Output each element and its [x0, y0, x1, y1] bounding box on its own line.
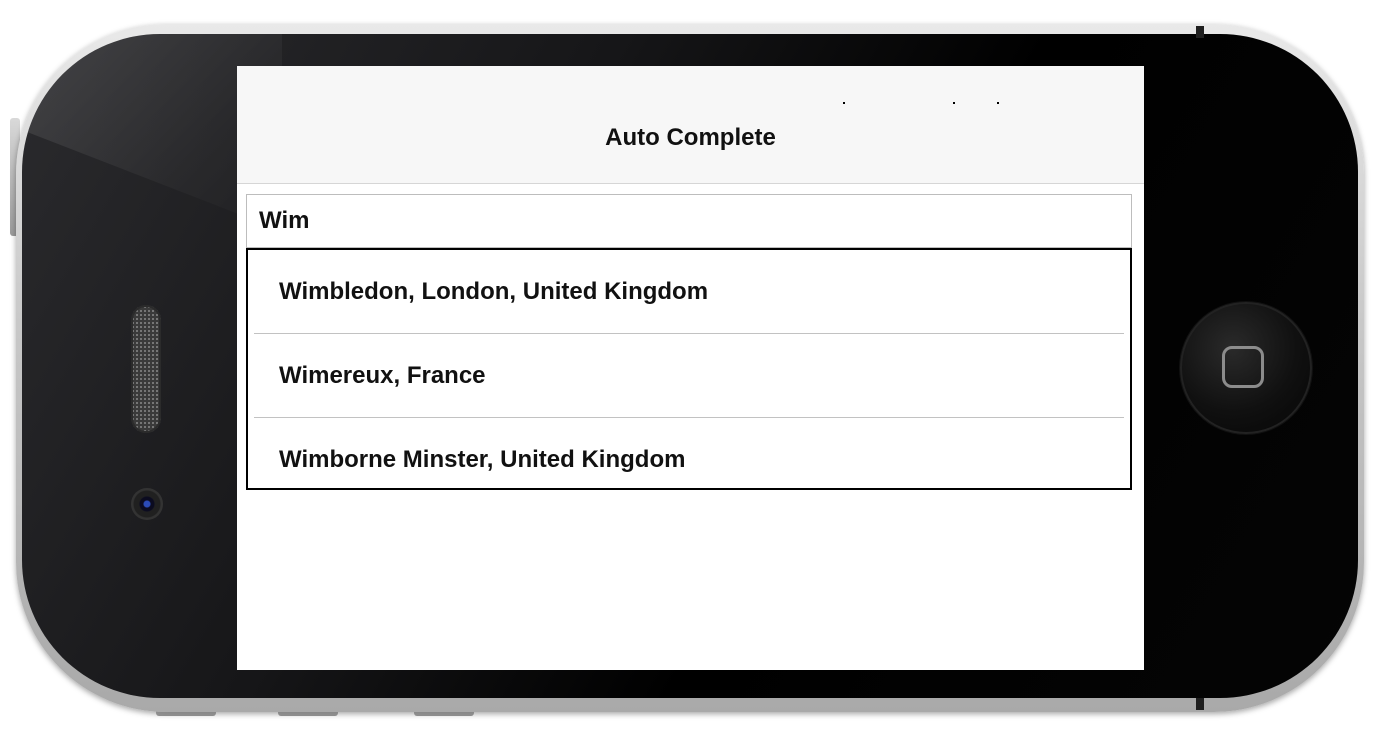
suggestion-label: Wimborne Minster, United Kingdom	[279, 446, 686, 473]
app-screen: Auto Complete Wimbledon, London, United …	[237, 66, 1144, 670]
home-square-icon	[1222, 346, 1264, 388]
status-indicator	[997, 102, 999, 104]
navigation-bar: Auto Complete	[237, 66, 1144, 184]
antenna-band	[1196, 698, 1204, 710]
home-button[interactable]	[1180, 302, 1312, 434]
status-indicator	[953, 102, 955, 104]
suggestion-label: Wimbledon, London, United Kingdom	[279, 278, 709, 305]
suggestion-item[interactable]: Wimereux, France	[254, 334, 1124, 418]
search-input[interactable]	[246, 194, 1132, 248]
page-title: Auto Complete	[605, 124, 776, 151]
speaker-grille-icon	[131, 305, 161, 433]
suggestion-item[interactable]: Wimborne Minster, United Kingdom	[254, 418, 1124, 488]
antenna-band	[1196, 26, 1204, 38]
suggestion-item[interactable]: Wimbledon, London, United Kingdom	[254, 250, 1124, 334]
autocomplete-dropdown: Wimbledon, London, United Kingdom Wimere…	[246, 248, 1132, 490]
suggestion-label: Wimereux, France	[279, 362, 486, 389]
device-stage: Auto Complete Wimbledon, London, United …	[0, 0, 1380, 736]
status-indicator	[843, 102, 845, 104]
camera-icon	[131, 488, 163, 520]
